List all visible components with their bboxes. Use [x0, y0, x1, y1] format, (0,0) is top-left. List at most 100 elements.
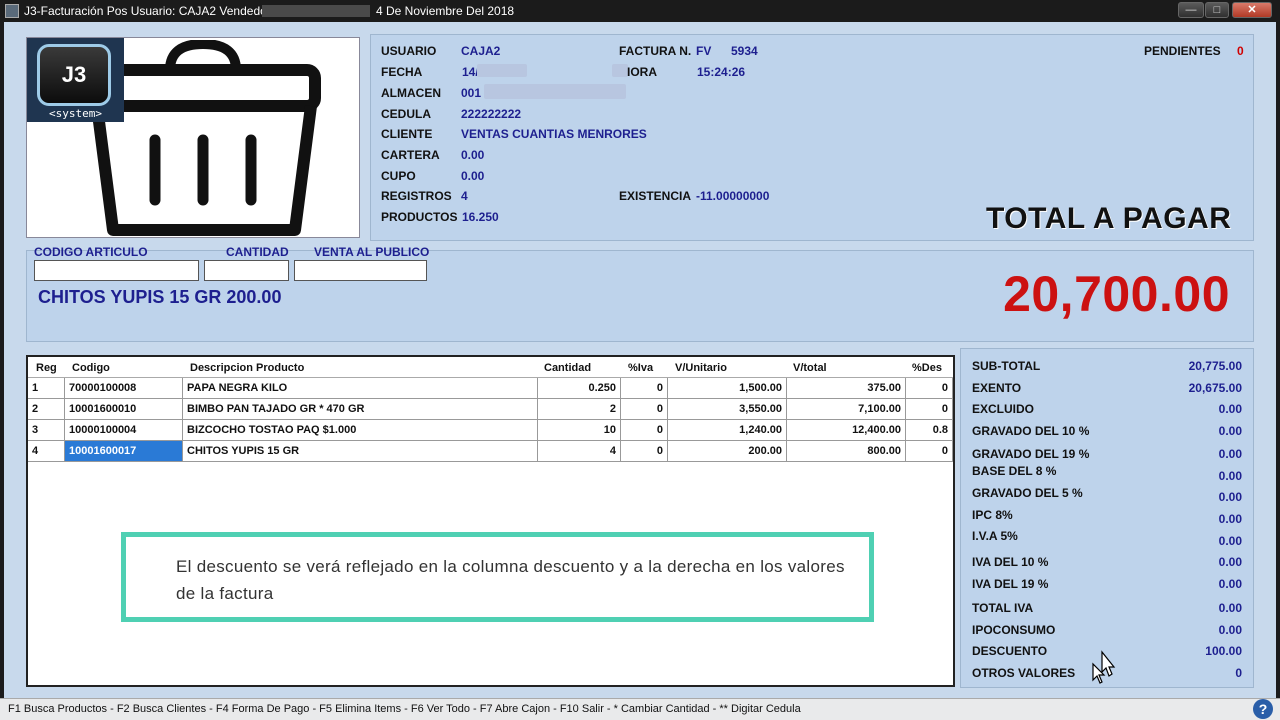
cell-desc[interactable]: BIMBO PAN TAJADO GR * 470 GR — [183, 399, 538, 419]
registros-label: REGISTROS — [381, 189, 452, 203]
total-label: OTROS VALORES — [972, 666, 1076, 680]
cell-desc[interactable]: CHITOS YUPIS 15 GR — [183, 441, 538, 461]
cedula-label: CEDULA — [381, 107, 431, 121]
total-value: 0.00 — [1218, 534, 1242, 548]
cell-iva[interactable]: 0 — [621, 378, 668, 398]
col-header-reg[interactable]: Reg — [36, 362, 57, 374]
cell-unitario[interactable]: 1,240.00 — [668, 420, 787, 440]
cell-unitario[interactable]: 1,500.00 — [668, 378, 787, 398]
total-value: 0.00 — [1218, 555, 1242, 569]
factura-prefix: FV — [696, 44, 712, 58]
cell-cantidad[interactable]: 10 — [538, 420, 621, 440]
cell-cantidad[interactable]: 4 — [538, 441, 621, 461]
cell-reg[interactable]: 4 — [28, 441, 65, 461]
table-row[interactable]: 2 10001600010 BIMBO PAN TAJADO GR * 470 GR… — [28, 399, 953, 420]
close-icon: ✕ — [1247, 4, 1257, 16]
cupo-label: CUPO — [381, 169, 416, 183]
minimize-icon: — — [1185, 4, 1197, 16]
cell-codigo[interactable]: 10001600010 — [65, 399, 183, 419]
total-value: 0.00 — [1218, 577, 1242, 591]
hora-value: 15:24:26 — [697, 65, 746, 79]
cedula-value: 222222222 — [461, 107, 522, 121]
col-header-descripcion[interactable]: Descripcion Producto — [190, 362, 304, 374]
cantidad-input[interactable] — [204, 260, 289, 281]
total-label: IPOCONSUMO — [972, 623, 1056, 637]
venta-al-publico-label: VENTA AL PUBLICO — [314, 245, 430, 259]
cell-codigo[interactable]: 70000100008 — [65, 378, 183, 398]
cell-des[interactable]: 0.8 — [906, 420, 953, 440]
redacted-vendor — [262, 5, 370, 17]
total-value: 0.00 — [1218, 601, 1242, 615]
cell-des[interactable]: 0 — [906, 441, 953, 461]
total-label: EXCLUIDO — [972, 402, 1035, 416]
total-value: 0.00 — [1218, 623, 1242, 637]
total-value: 0.00 — [1218, 447, 1242, 461]
cell-des[interactable]: 0 — [906, 378, 953, 398]
cell-iva[interactable]: 0 — [621, 399, 668, 419]
cell-total[interactable]: 800.00 — [787, 441, 906, 461]
usuario-value: CAJA2 — [461, 44, 501, 58]
cell-desc[interactable]: BIZCOCHO TOSTAO PAQ $1.000 — [183, 420, 538, 440]
col-header-cantidad[interactable]: Cantidad — [544, 362, 591, 374]
redacted-hora — [612, 64, 628, 77]
total-value: 100.00 — [1205, 644, 1242, 658]
cupo-value: 0.00 — [461, 169, 485, 183]
total-value: 0 — [1235, 666, 1242, 680]
table-row[interactable]: 1 70000100008 PAPA NEGRA KILO 0.250 0 1,500.0… — [28, 378, 953, 399]
cell-iva[interactable]: 0 — [621, 441, 668, 461]
cell-total[interactable]: 375.00 — [787, 378, 906, 398]
cell-cantidad[interactable]: 0.250 — [538, 378, 621, 398]
cliente-label: CLIENTE — [381, 127, 433, 141]
cell-reg[interactable]: 3 — [28, 420, 65, 440]
col-header-descuento[interactable]: %Des — [912, 362, 942, 374]
cell-iva[interactable]: 0 — [621, 420, 668, 440]
cell-codigo[interactable]: 10000100004 — [65, 420, 183, 440]
redacted-fecha — [477, 64, 527, 77]
existencia-value: -11.00000000 — [696, 189, 770, 203]
cell-cantidad[interactable]: 2 — [538, 399, 621, 419]
cell-reg[interactable]: 2 — [28, 399, 65, 419]
mouse-cursor-icon — [1092, 650, 1116, 684]
cell-total[interactable]: 12,400.00 — [787, 420, 906, 440]
cartera-label: CARTERA — [381, 148, 440, 162]
title-bar: J3-Facturación Pos Usuario: CAJA2 Vended… — [0, 0, 1280, 22]
total-value: 0.00 — [1218, 469, 1242, 483]
almacen-label: ALMACEN — [381, 86, 441, 100]
col-header-iva[interactable]: %Iva — [628, 362, 653, 374]
total-value: 0.00 — [1218, 424, 1242, 438]
almacen-value: 001 — [461, 86, 482, 100]
venta-al-publico-input[interactable] — [294, 260, 427, 281]
hora-label: IORA — [627, 65, 657, 79]
col-header-codigo[interactable]: Codigo — [72, 362, 110, 374]
productos-label: PRODUCTOS — [381, 210, 458, 224]
codigo-articulo-label: CODIGO ARTICULO — [34, 245, 148, 259]
existencia-label: EXISTENCIA — [619, 189, 692, 203]
cantidad-label: CANTIDAD — [226, 245, 289, 259]
cell-des[interactable]: 0 — [906, 399, 953, 419]
total-value: 0.00 — [1218, 402, 1242, 416]
cell-total[interactable]: 7,100.00 — [787, 399, 906, 419]
cell-codigo[interactable]: 10001600017 — [65, 441, 183, 461]
window-date: 4 De Noviembre Del 2018 — [376, 4, 515, 18]
cell-unitario[interactable]: 3,550.00 — [668, 399, 787, 419]
col-header-vunitario[interactable]: V/Unitario — [675, 362, 727, 374]
table-row[interactable]: 3 10000100004 BIZCOCHO TOSTAO PAQ $1.000 10… — [28, 420, 953, 441]
total-label: SUB-TOTAL — [972, 359, 1041, 373]
close-button[interactable]: ✕ — [1232, 2, 1272, 18]
maximize-button[interactable]: □ — [1205, 2, 1229, 18]
col-header-vtotal[interactable]: V/total — [793, 362, 827, 374]
j3-logo-subtext: <system> — [49, 107, 102, 120]
window-title: J3-Facturación Pos Usuario: CAJA2 Vended… — [24, 4, 285, 18]
help-icon[interactable]: ? — [1253, 699, 1273, 719]
cell-reg[interactable]: 1 — [28, 378, 65, 398]
total-amount: 20,700.00 — [1003, 266, 1230, 322]
items-grid[interactable]: Reg Codigo Descripcion Producto Cantidad… — [26, 355, 955, 687]
cartera-value: 0.00 — [461, 148, 485, 162]
cell-desc[interactable]: PAPA NEGRA KILO — [183, 378, 538, 398]
table-row[interactable]: 4 10001600017 CHITOS YUPIS 15 GR 4 0 200.00 80… — [28, 441, 953, 462]
minimize-button[interactable]: — — [1178, 2, 1204, 18]
total-value: 0.00 — [1218, 512, 1242, 526]
cell-unitario[interactable]: 200.00 — [668, 441, 787, 461]
total-label: GRAVADO DEL 10 % — [972, 424, 1090, 438]
codigo-articulo-input[interactable] — [34, 260, 199, 281]
